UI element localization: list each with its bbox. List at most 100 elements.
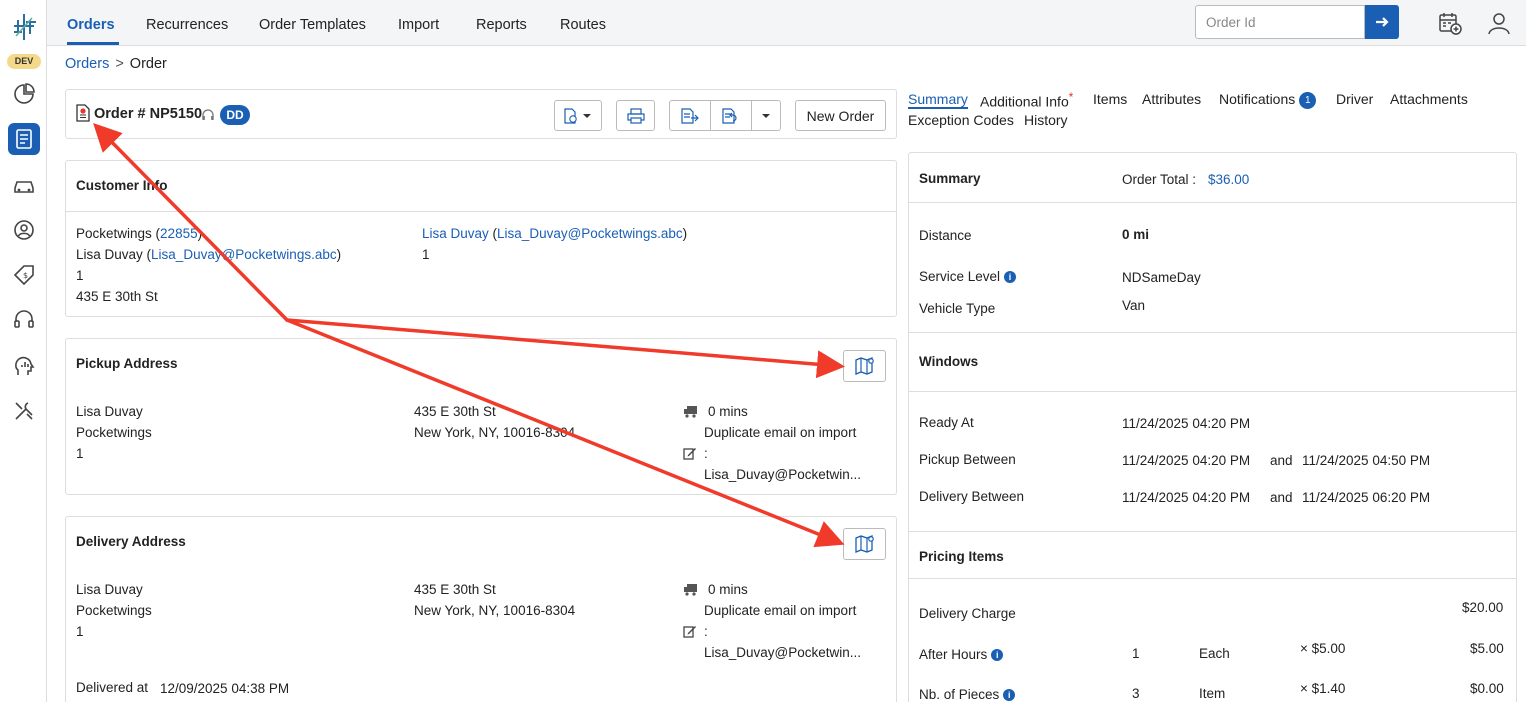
delivery-company: Pocketwings <box>76 603 152 618</box>
pricing-row-label-text: Nb. of Pieces <box>919 687 1000 702</box>
tab-summary[interactable]: Summary <box>908 91 968 109</box>
customer-email-link[interactable]: Lisa_Duvay@Pocketwings.abc <box>151 247 337 262</box>
tab-notifications[interactable]: Notifications 1 <box>1219 91 1317 109</box>
pickup-name: Lisa Duvay <box>76 404 143 419</box>
tab-reports[interactable]: Reports <box>476 17 527 33</box>
pickup-note-email: Lisa_Duvay@Pocketwin... <box>704 467 862 482</box>
env-badge: DEV <box>7 54 41 69</box>
truck-wait-icon <box>684 584 697 596</box>
pricing-row-unit: Item <box>1199 686 1226 701</box>
tab-order-templates[interactable]: Order Templates <box>259 17 366 33</box>
tab-additional-info[interactable]: Additional Info* <box>980 91 1073 110</box>
pricing-row-qty: 3 <box>1132 686 1140 701</box>
pricing-row-unit: Each <box>1199 646 1230 661</box>
delivery-address-title: Delivery Address <box>76 534 186 549</box>
new-order-button[interactable]: New Order <box>795 100 886 131</box>
calendar-add-icon[interactable] <box>1437 10 1463 36</box>
truck-wait-icon <box>684 406 697 418</box>
delivery-between-to: 11/24/2025 06:20 PM <box>1302 490 1431 505</box>
delivery-name: Lisa Duvay <box>76 582 143 597</box>
pickup-map-button[interactable] <box>843 350 886 382</box>
tab-exception-codes[interactable]: Exception Codes <box>908 112 1014 128</box>
service-level-label: Service Level i <box>919 269 1017 284</box>
active-tab-indicator <box>67 42 119 45</box>
order-id-search-input[interactable] <box>1195 5 1365 39</box>
return-document-button[interactable] <box>711 101 752 130</box>
tab-history[interactable]: History <box>1024 112 1068 128</box>
summary-title: Summary <box>919 171 981 186</box>
action-button-group <box>669 100 781 131</box>
pricing-row-label: After Hours i <box>919 647 1004 662</box>
service-level-value: NDSameDay <box>1122 270 1201 285</box>
contact-name-link[interactable]: Lisa Duvay <box>422 226 489 241</box>
search-go-button[interactable] <box>1365 5 1399 39</box>
order-type-badge: DD <box>220 105 250 125</box>
pricing-row-label: Nb. of Pieces i <box>919 687 1016 702</box>
document-export-icon <box>681 107 699 124</box>
breadcrumb-orders-link[interactable]: Orders <box>65 56 109 72</box>
order-document-icon <box>76 104 90 122</box>
map-icon <box>854 535 874 553</box>
support-headset-icon[interactable] <box>8 304 40 336</box>
vehicle-type-value: Van <box>1122 298 1146 313</box>
order-title: Order # NP5150 <box>94 106 203 122</box>
pickup-wait-time: 0 mins <box>708 404 748 419</box>
pricing-row-rate: × $5.00 <box>1300 641 1346 656</box>
card-divider <box>909 578 1516 579</box>
dashboard-icon[interactable] <box>8 78 40 110</box>
tab-routes[interactable]: Routes <box>560 17 606 33</box>
delivery-map-button[interactable] <box>843 528 886 560</box>
pickup-company: Pocketwings <box>76 425 152 440</box>
customer-line-number: 1 <box>76 268 84 283</box>
delivery-note-colon: : <box>704 624 708 639</box>
distance-label: Distance <box>919 228 972 243</box>
customer-right-contact: Lisa Duvay (Lisa_Duvay@Pocketwings.abc) <box>422 226 688 241</box>
export-document-button[interactable] <box>670 101 711 130</box>
app-logo-icon[interactable] <box>10 12 38 42</box>
edit-note-icon <box>683 448 696 460</box>
delivery-street: 435 E 30th St <box>414 582 496 597</box>
document-menu-button[interactable] <box>554 100 602 131</box>
tab-orders[interactable]: Orders <box>67 17 115 33</box>
breadcrumb: Orders > Order <box>65 56 167 72</box>
vehicle-icon[interactable] <box>8 169 40 201</box>
card-divider <box>909 202 1516 203</box>
tools-icon[interactable] <box>8 395 40 427</box>
price-tag-icon[interactable]: $ <box>8 259 40 291</box>
contact-email-link[interactable]: Lisa_Duvay@Pocketwings.abc <box>497 226 683 241</box>
tab-driver[interactable]: Driver <box>1336 91 1373 107</box>
card-divider <box>909 531 1516 532</box>
delivery-city: New York, NY, 10016-8304 <box>414 603 576 618</box>
more-actions-dropdown[interactable] <box>752 101 780 130</box>
delivery-between-and: and <box>1270 490 1293 505</box>
vehicle-type-label: Vehicle Type <box>919 301 996 316</box>
tab-import[interactable]: Import <box>398 17 439 33</box>
tab-attachments[interactable]: Attachments <box>1390 91 1468 107</box>
breadcrumb-current: Order <box>129 56 167 72</box>
ready-at-value: 11/24/2025 04:20 PM <box>1122 416 1251 431</box>
order-total-label: Order Total : <box>1122 172 1197 187</box>
tab-items[interactable]: Items <box>1093 91 1127 107</box>
tab-recurrences[interactable]: Recurrences <box>146 17 228 33</box>
pricing-items-title: Pricing Items <box>919 549 1004 564</box>
customer-right-number: 1 <box>422 247 430 262</box>
profile-icon[interactable] <box>1486 10 1512 36</box>
tab-attributes[interactable]: Attributes <box>1142 91 1201 107</box>
pickup-between-to: 11/24/2025 04:50 PM <box>1302 453 1431 468</box>
customer-contact: Lisa Duvay (Lisa_Duvay@Pocketwings.abc) <box>76 247 342 262</box>
info-icon[interactable]: i <box>1004 271 1017 283</box>
card-divider <box>909 391 1516 392</box>
analytics-head-icon[interactable] <box>8 350 40 382</box>
customer-company-name: Pocketwings <box>76 226 152 241</box>
print-button[interactable] <box>616 100 655 131</box>
user-icon[interactable] <box>8 214 40 246</box>
customer-id-link[interactable]: 22855 <box>160 226 198 241</box>
delivery-between-from: 11/24/2025 04:20 PM <box>1122 490 1251 505</box>
orders-icon[interactable] <box>8 123 40 155</box>
info-icon[interactable]: i <box>991 649 1004 661</box>
delivered-at-value: 12/09/2025 04:38 PM <box>160 681 290 696</box>
pricing-row-label: Delivery Charge <box>919 606 1016 621</box>
top-navigation: Orders Recurrences Order Templates Impor… <box>47 0 1526 46</box>
pickup-between-from: 11/24/2025 04:20 PM <box>1122 453 1251 468</box>
info-icon[interactable]: i <box>1003 689 1016 701</box>
